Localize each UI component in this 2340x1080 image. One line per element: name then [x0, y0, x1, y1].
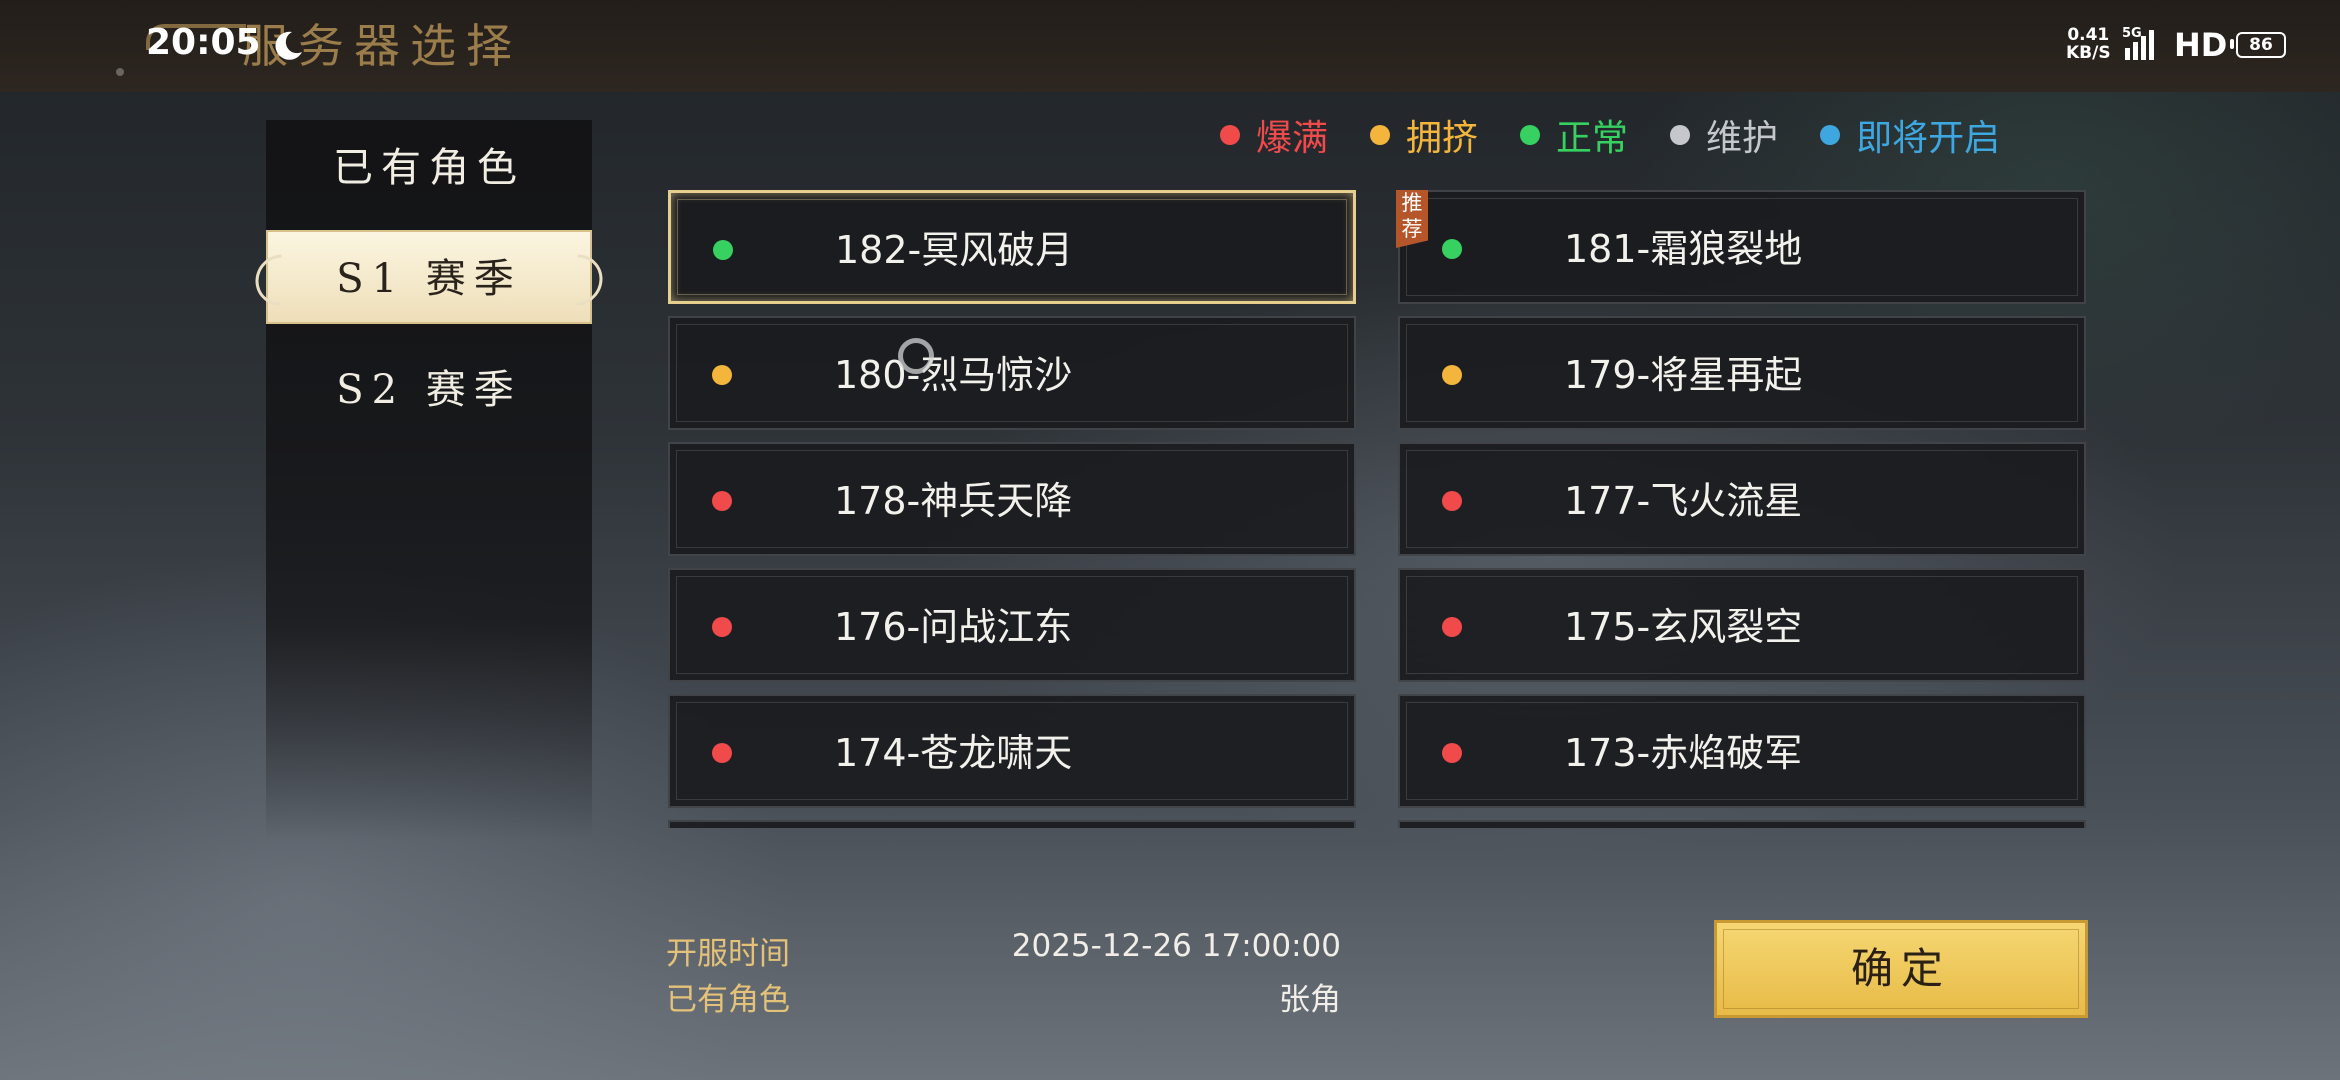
status-dot-icon — [712, 743, 732, 763]
legend-label: 维护 — [1706, 118, 1779, 159]
top-bar: 服务器选择 20:05 0.41 KB/S 5G HD 86 — [0, 0, 2340, 92]
sidebar-item-existing-roles[interactable]: 已有角色 — [266, 128, 592, 208]
battery-icon: 86 — [2236, 32, 2286, 58]
server-name: 178-神兵天降 — [834, 479, 1073, 523]
battery-cap — [2230, 39, 2234, 49]
server-card[interactable]: 174-苍龙啸天 — [668, 694, 1356, 808]
signal-icon — [2125, 30, 2154, 60]
server-card[interactable]: 173-赤焰破军 — [1398, 694, 2086, 808]
net-speed-value: 0.41 — [2067, 25, 2110, 45]
server-name: 173-赤焰破军 — [1564, 731, 1803, 775]
server-card[interactable]: 178-神兵天降 — [668, 442, 1356, 556]
status-dot-icon — [1442, 617, 1462, 637]
server-name: 177-飞火流星 — [1564, 479, 1803, 523]
net-speed: 0.41 KB/S — [2066, 26, 2111, 62]
server-card[interactable]: 179-将星再起 — [1398, 316, 2086, 430]
status-dot-icon — [712, 491, 732, 511]
legend-label: 正常 — [1556, 118, 1629, 159]
server-card[interactable]: 176-问战江东 — [668, 568, 1356, 682]
server-name: 176-问战江东 — [834, 605, 1073, 649]
season-sidebar: 已有角色 S1 赛季 S2 赛季 — [266, 120, 592, 840]
server-name: 174-苍龙啸天 — [834, 731, 1073, 775]
status-dot-icon — [1442, 491, 1462, 511]
legend-item: 维护 — [1670, 110, 1778, 160]
server-card[interactable]: 181-霜狼裂地 推荐 — [1396, 190, 2086, 304]
legend-label: 拥挤 — [1406, 118, 1479, 159]
server-name: 180-烈马惊沙 — [834, 353, 1073, 397]
server-card[interactable]: 182-冥风破月 — [668, 190, 1356, 304]
loading-ring-icon — [898, 338, 934, 374]
legend-dot-icon — [1670, 125, 1691, 145]
server-card[interactable]: 180-烈马惊沙 — [668, 316, 1356, 430]
status-legend: 爆满 拥挤 正常 维护 即将开启 — [1220, 110, 2000, 160]
status-dot-icon — [1442, 239, 1462, 259]
hd-indicator: HD — [2174, 26, 2228, 64]
server-name: 175-玄风裂空 — [1564, 605, 1803, 649]
legend-dot-icon — [1220, 125, 1240, 145]
legend-dot-icon — [1820, 125, 1841, 145]
status-dot-icon — [712, 365, 732, 385]
server-list: 182-冥风破月 181-霜狼裂地 推荐 180-烈马惊沙 179-将星再起 178-神兵… — [668, 190, 2088, 828]
status-dot-icon — [713, 240, 733, 260]
server-card[interactable]: 175-玄风裂空 — [1398, 568, 2086, 682]
legend-dot-icon — [1520, 125, 1541, 145]
server-card-partial[interactable] — [1398, 820, 2086, 828]
sidebar-item-s2-season[interactable]: S2 赛季 — [266, 350, 592, 430]
open-time-value: 2025-12-26 17:00:00 — [1011, 928, 1341, 964]
existing-role-label: 已有角色 — [666, 982, 790, 1018]
net-speed-unit: KB/S — [2066, 43, 2111, 63]
server-name: 182-冥风破月 — [835, 228, 1074, 272]
legend-label: 爆满 — [1256, 118, 1329, 159]
legend-item: 拥挤 — [1370, 110, 1478, 160]
existing-role-value: 张角 — [1279, 982, 1341, 1018]
server-name: 181-霜狼裂地 — [1564, 227, 1803, 271]
legend-item: 爆满 — [1220, 110, 1328, 160]
legend-dot-icon — [1370, 125, 1391, 145]
server-card-partial[interactable] — [668, 820, 1356, 828]
sidebar-item-s1-season[interactable]: S1 赛季 — [266, 230, 592, 324]
server-name: 179-将星再起 — [1564, 353, 1803, 397]
legend-label: 即将开启 — [1856, 118, 2001, 159]
legend-item: 即将开启 — [1820, 110, 2000, 160]
indicator-dot — [116, 68, 124, 76]
status-dot-icon — [1442, 365, 1462, 385]
moon-icon — [275, 31, 302, 60]
server-card[interactable]: 177-飞火流星 — [1398, 442, 2086, 556]
open-time-label: 开服时间 — [666, 936, 790, 972]
status-dot-icon — [712, 617, 732, 637]
legend-item: 正常 — [1520, 110, 1628, 160]
confirm-button[interactable]: 确定 — [1714, 920, 2088, 1018]
recommend-badge: 推荐 — [1396, 190, 1428, 248]
status-dot-icon — [1442, 743, 1462, 763]
status-time: 20:05 — [146, 22, 261, 63]
